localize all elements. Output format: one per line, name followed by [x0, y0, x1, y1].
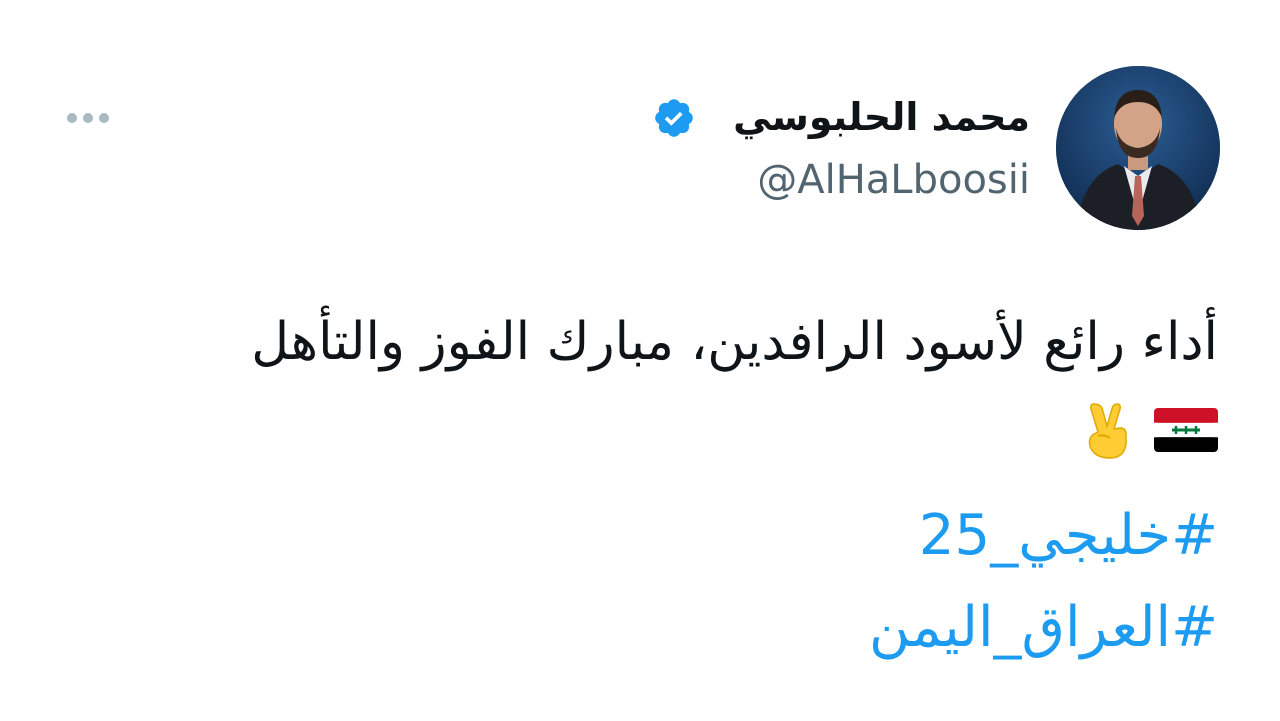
hashtag-link[interactable]: #العراق_اليمن: [869, 592, 1218, 664]
verified-badge-icon: [652, 96, 696, 140]
hashtag-link[interactable]: #خليجي_25: [919, 500, 1218, 572]
display-name[interactable]: محمد الحلبوسي: [733, 92, 1030, 142]
victory-hand-icon: [1080, 400, 1132, 464]
user-handle[interactable]: @AlHaLboosii: [757, 155, 1030, 205]
more-options-button[interactable]: [60, 100, 116, 136]
emoji-row: [1080, 400, 1218, 464]
tweet-text: أداء رائع لأسود الرافدين، مبارك الفوز وا…: [251, 312, 1218, 372]
more-dots-icon: [67, 113, 109, 123]
tweet-card: محمد الحلبوسي @AlHaLboosii أداء رائع لأس…: [0, 0, 1280, 721]
avatar[interactable]: [1056, 66, 1220, 230]
iraq-flag-icon: [1154, 408, 1218, 456]
